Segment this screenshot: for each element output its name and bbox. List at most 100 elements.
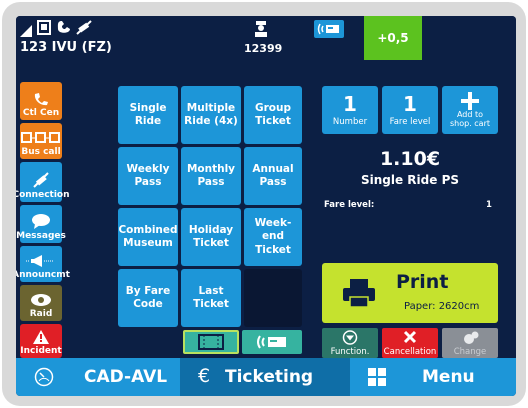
fare-level-summary-label: Fare level: <box>324 200 375 210</box>
ticket-holiday-button[interactable]: Holiday Ticket <box>181 208 241 266</box>
device-label: 123 IVU (FZ) <box>20 40 112 55</box>
terminal-screen: 123 IVU (FZ) 12399 +0,5 Ctl Cen Bus call… <box>16 16 516 396</box>
contactless-card-icon <box>257 335 286 349</box>
warning-icon <box>33 330 49 344</box>
ticket-label: Monthly <box>186 162 236 175</box>
ticket-weekly-pass-button[interactable]: Weekly Pass <box>118 147 178 205</box>
coins-icon <box>464 331 479 344</box>
ticket-single-ride-button[interactable]: Single Ride <box>118 86 178 144</box>
speedometer-icon <box>34 367 54 387</box>
ticket-label: Pass <box>134 176 162 188</box>
sidebar-item-connection[interactable]: Connection <box>16 162 70 202</box>
fare-level-label: Fare level <box>389 117 431 128</box>
add-to-cart-button[interactable]: Add to shop. cart <box>442 86 498 134</box>
fare-level-value: 1 <box>403 92 417 117</box>
empty-ticket-slot <box>244 269 302 327</box>
ticket-by-fare-code-button[interactable]: By Fare Code <box>118 269 178 327</box>
print-label: Print <box>396 271 449 293</box>
ticket-label: Last Ticket <box>193 284 229 310</box>
fare-level-button[interactable]: 1 Fare level <box>382 86 438 134</box>
signal-icon <box>20 22 34 41</box>
sidebar-item-label: Raid <box>29 309 53 319</box>
print-button[interactable]: Print Paper: 2620cm <box>322 263 498 323</box>
message-icon <box>32 214 50 229</box>
selected-ticket-name: Single Ride PS <box>360 173 459 187</box>
driver-id: 12399 <box>244 42 283 55</box>
ticket-price: 1.10€ <box>379 148 441 170</box>
sidebar-item-bus-call[interactable]: Bus call <box>20 123 62 159</box>
megaphone-icon <box>26 255 54 267</box>
ticket-label: Weekly <box>126 162 170 175</box>
ticket-last-ticket-button[interactable]: Last Ticket <box>181 269 241 327</box>
sidebar-item-ctl-cen[interactable]: Ctl Cen <box>20 82 62 120</box>
ticket-label: Combined <box>118 223 178 236</box>
ticket-label: Holiday <box>188 223 234 236</box>
phone-icon <box>34 93 48 106</box>
eye-icon <box>31 294 51 306</box>
device-frame: 123 IVU (FZ) 12399 +0,5 Ctl Cen Bus call… <box>2 2 526 406</box>
bottom-nav: CAD-AVL € Ticketing Menu <box>16 358 516 396</box>
number-label: Number <box>332 117 368 128</box>
change-button[interactable]: Change <box>442 328 498 358</box>
contactless-reader-icon <box>314 20 344 38</box>
tab-label: CAD-AVL <box>84 367 168 387</box>
ticket-stub-icon <box>198 334 224 350</box>
tab-ticketing[interactable]: € Ticketing <box>180 358 350 396</box>
printer-icon <box>343 279 375 308</box>
ticket-label: Code <box>133 298 163 310</box>
dropdown-circle-icon <box>342 330 358 345</box>
number-button[interactable]: 1 Number <box>322 86 378 134</box>
function-button[interactable]: Function. <box>322 328 378 358</box>
plus-icon <box>461 92 479 110</box>
sidebar-item-incident[interactable]: Incident <box>20 324 62 358</box>
ticket-label: Museum <box>123 237 173 249</box>
euro-icon: € <box>198 365 211 387</box>
sidebar-item-announcmt[interactable]: Announcmt <box>16 246 70 282</box>
ticket-label: Annual <box>252 162 294 175</box>
ticket-label: Week-end <box>254 217 292 243</box>
ticket-label: Ride (4x) <box>184 115 238 127</box>
function-label: Function. <box>330 347 370 357</box>
sidebar-item-label: Bus call <box>21 147 61 157</box>
ticket-multiple-ride-button[interactable]: Multiple Ride (4x) <box>181 86 241 144</box>
cancellation-label: Cancellation <box>383 347 437 357</box>
change-label: Change <box>453 347 487 357</box>
sidebar-item-label: Announcmt <box>16 270 70 280</box>
ticket-label: By Fare <box>125 284 171 297</box>
tab-menu[interactable]: Menu <box>356 358 516 396</box>
ticket-label: Pass <box>197 176 225 188</box>
fare-level-summary-value: 1 <box>486 200 492 210</box>
sidebar-item-label: Incident <box>20 346 62 356</box>
sidebar-item-label: Connection <box>16 190 70 200</box>
ticket-label: Pass <box>259 176 287 188</box>
paper-remaining: Paper: 2620cm <box>404 301 480 312</box>
ticket-monthly-pass-button[interactable]: Monthly Pass <box>181 147 241 205</box>
ticket-label: Ticket <box>255 115 291 127</box>
tab-label: Menu <box>422 367 475 387</box>
ticket-label: Multiple <box>186 101 236 114</box>
sidebar-item-raid[interactable]: Raid <box>20 285 62 321</box>
paper-ticket-button[interactable] <box>183 330 239 354</box>
ticket-label: Ticket <box>255 243 291 256</box>
ticket-label: Ticket <box>193 237 229 249</box>
ticket-weekend-button[interactable]: Week-end Ticket <box>244 208 302 266</box>
number-value: 1 <box>343 92 357 117</box>
sidebar-item-label: Messages <box>16 231 66 241</box>
ticket-combined-museum-button[interactable]: Combined Museum <box>118 208 178 266</box>
sidebar-item-messages[interactable]: Messages <box>16 205 66 243</box>
grid-icon <box>368 368 386 386</box>
sim-card-icon <box>37 20 51 39</box>
ticket-label: Single Ride <box>129 101 167 127</box>
smartcard-button[interactable] <box>242 330 302 354</box>
tab-cad-avl[interactable]: CAD-AVL <box>16 358 176 396</box>
ticket-annual-pass-button[interactable]: Annual Pass <box>244 147 302 205</box>
cancellation-button[interactable]: Cancellation <box>382 328 438 358</box>
driver-icon <box>252 20 270 42</box>
gps-off-icon <box>76 20 92 39</box>
ticket-group-button[interactable]: Group Ticket <box>244 86 302 144</box>
bus-call-icon <box>21 132 60 143</box>
add-label: shop. cart <box>449 119 491 128</box>
tab-label: Ticketing <box>225 367 314 387</box>
handset-icon <box>56 20 72 39</box>
close-icon <box>403 330 417 344</box>
